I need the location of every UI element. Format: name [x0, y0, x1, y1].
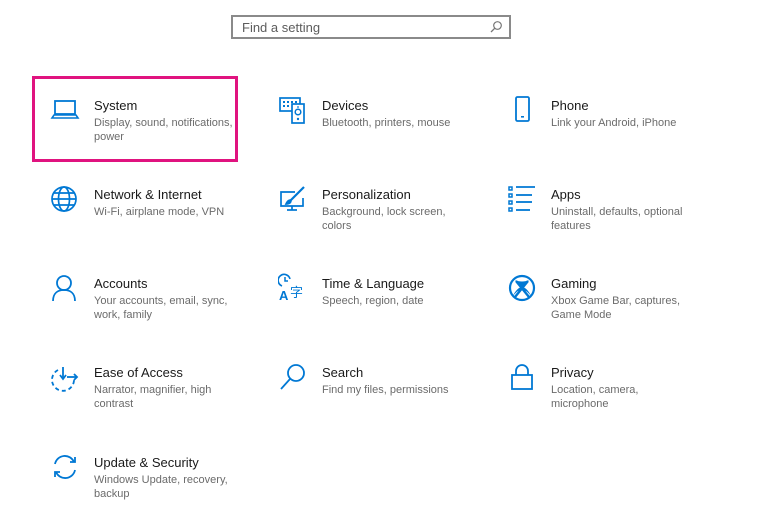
tile-title: Time & Language: [322, 276, 425, 291]
svg-text:A: A: [279, 288, 289, 303]
tile-description: Narrator, magnifier, high contrast: [94, 384, 212, 410]
tile-system[interactable]: System Display, sound, notifications, po…: [32, 76, 238, 162]
tile-title: Phone: [551, 98, 589, 113]
svg-text:字: 字: [290, 286, 303, 301]
tile-phone[interactable]: Phone Link your Android, iPhone: [492, 79, 692, 159]
tile-description: Location, camera, microphone: [551, 384, 639, 410]
tile-title: Accounts: [94, 276, 148, 291]
tile-description: Bluetooth, printers, mouse: [322, 117, 451, 129]
tile-title: Devices: [322, 98, 369, 113]
person-icon: [50, 273, 80, 303]
tile-apps[interactable]: Apps Uninstall, defaults, optional featu…: [492, 168, 692, 248]
tile-title: Ease of Access: [94, 365, 183, 380]
lock-icon: [507, 362, 537, 392]
sync-arrows-icon: [50, 452, 80, 482]
search-input[interactable]: [233, 17, 509, 37]
tile-accounts[interactable]: Accounts Your accounts, email, sync, wor…: [35, 257, 235, 337]
tile-description: Your accounts, email, sync, work, family: [94, 295, 228, 321]
tile-description: Uninstall, defaults, optional features: [551, 206, 683, 232]
tile-title: System: [94, 98, 138, 113]
tile-title: Apps: [551, 187, 581, 202]
tile-update-security[interactable]: Update & Security Windows Update, recove…: [35, 436, 235, 516]
tile-title: Search: [322, 365, 364, 380]
tile-description: Background, lock screen, colors: [322, 206, 446, 232]
laptop-icon: [50, 95, 80, 125]
tile-time-language[interactable]: A 字 Time & Language Speech, region, date: [263, 257, 463, 337]
tile-ease-of-access[interactable]: Ease of Access Narrator, magnifier, high…: [35, 346, 235, 426]
ease-of-access-icon: [50, 362, 80, 392]
apps-list-icon: [507, 184, 537, 214]
tile-devices[interactable]: Devices Bluetooth, printers, mouse: [263, 79, 463, 159]
tile-personalization[interactable]: Personalization Background, lock screen,…: [263, 168, 463, 248]
tile-description: Windows Update, recovery, backup: [94, 474, 228, 500]
magnifier-icon: [278, 362, 308, 392]
globe-icon: [50, 184, 80, 214]
tile-title: Network & Internet: [94, 187, 202, 202]
tile-title: Gaming: [551, 276, 597, 291]
tile-description: Speech, region, date: [322, 295, 424, 307]
tile-description: Link your Android, iPhone: [551, 117, 677, 129]
tile-title: Privacy: [551, 365, 594, 380]
search-box[interactable]: [231, 15, 511, 39]
tile-description: Display, sound, notifications, power: [94, 117, 233, 143]
time-language-icon: A 字: [278, 273, 308, 303]
xbox-icon: [507, 273, 537, 303]
tile-privacy[interactable]: Privacy Location, camera, microphone: [492, 346, 692, 426]
paintbrush-monitor-icon: [278, 184, 308, 214]
tile-search[interactable]: Search Find my files, permissions: [263, 346, 463, 426]
tile-description: Xbox Game Bar, captures, Game Mode: [551, 295, 681, 321]
tile-description: Find my files, permissions: [322, 384, 449, 396]
search-icon[interactable]: [489, 20, 503, 34]
tile-description: Wi-Fi, airplane mode, VPN: [94, 206, 225, 218]
tile-network[interactable]: Network & Internet Wi-Fi, airplane mode,…: [35, 168, 235, 248]
tile-title: Update & Security: [94, 455, 199, 470]
tile-gaming[interactable]: Gaming Xbox Game Bar, captures, Game Mod…: [492, 257, 692, 337]
tile-title: Personalization: [322, 187, 411, 202]
devices-icon: [278, 95, 308, 125]
phone-icon: [507, 95, 537, 125]
